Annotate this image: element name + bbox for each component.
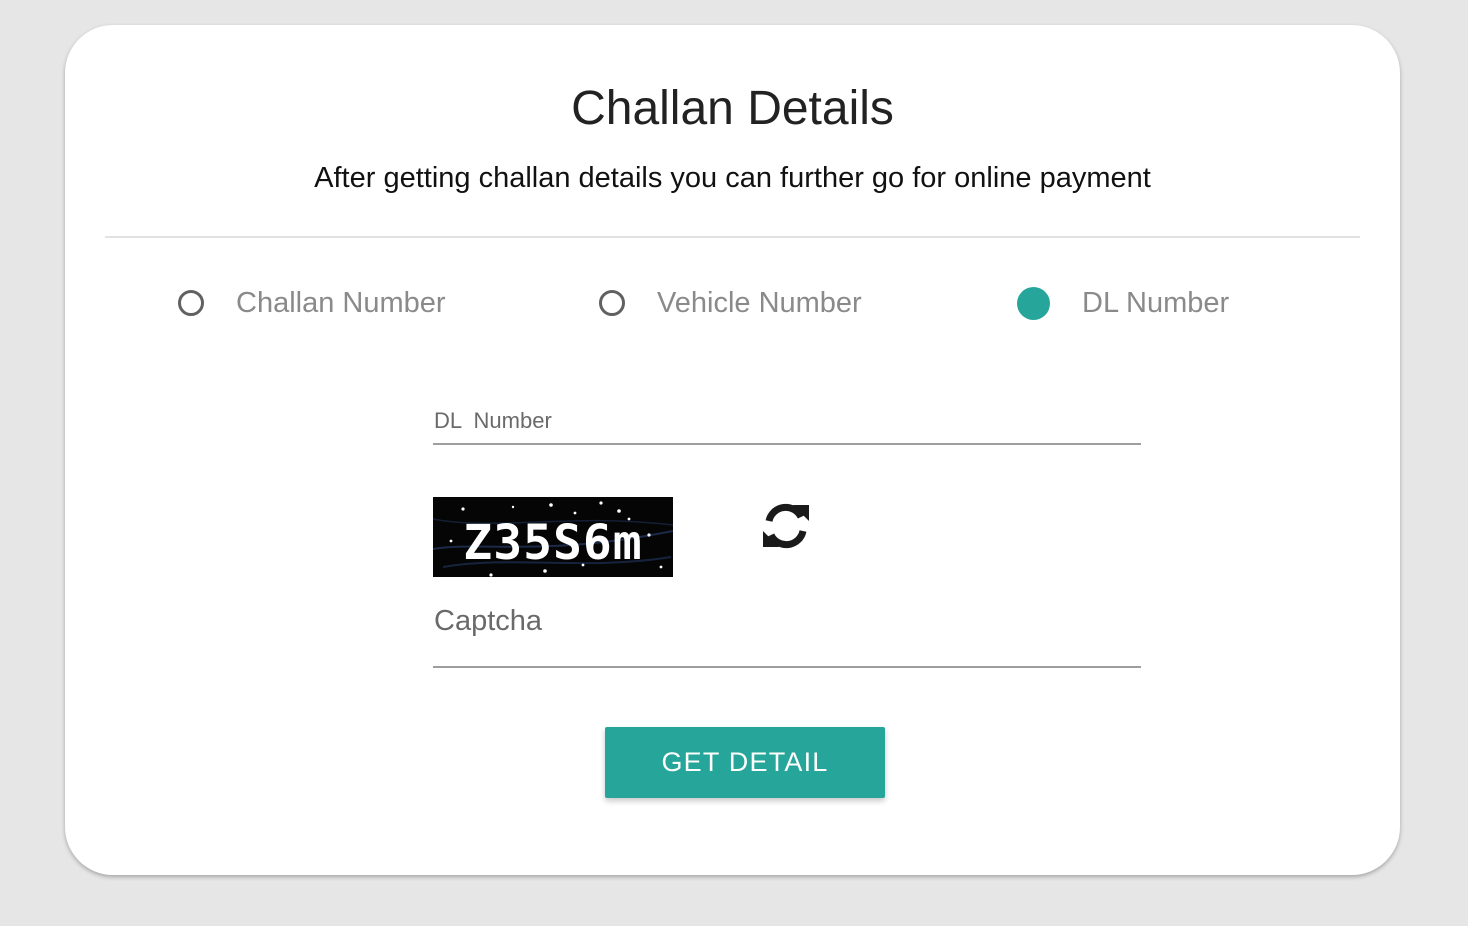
page-title: Challan Details: [571, 82, 894, 135]
dl-number-input[interactable]: [433, 408, 1141, 442]
dl-number-field: DL Number: [433, 408, 1141, 446]
get-detail-button[interactable]: GET DETAIL: [605, 727, 885, 798]
radio-label-challan-number: Challan Number: [236, 286, 446, 319]
refresh-icon: [763, 503, 809, 549]
captcha-field: Captcha: [433, 605, 1141, 669]
divider: [105, 236, 1360, 238]
captcha-underline: [433, 666, 1141, 668]
page-subtitle: After getting challan details you can fu…: [314, 162, 1151, 194]
captcha-graphic: Z35S6m: [433, 497, 673, 577]
radio-challan-number[interactable]: Challan Number: [178, 281, 446, 325]
captcha-input[interactable]: [433, 605, 1141, 663]
dl-number-underline: [433, 443, 1141, 445]
radio-circle-unchecked-icon[interactable]: [599, 290, 625, 316]
captcha-image: Z35S6m: [433, 497, 673, 577]
radio-vehicle-number[interactable]: Vehicle Number: [599, 281, 862, 325]
radio-label-vehicle-number: Vehicle Number: [657, 286, 862, 319]
radio-circle-checked-icon[interactable]: [1017, 286, 1050, 320]
radio-circle-unchecked-icon[interactable]: [178, 290, 204, 316]
search-type-radio-group: Challan Number Vehicle Number DL Number: [65, 281, 1400, 325]
radio-dl-number[interactable]: DL Number: [1017, 281, 1229, 325]
challan-card: Challan Details After getting challan de…: [65, 25, 1400, 875]
refresh-captcha-button[interactable]: [759, 499, 813, 553]
radio-label-dl-number: DL Number: [1082, 286, 1230, 319]
captcha-text: Z35S6m: [463, 515, 642, 571]
